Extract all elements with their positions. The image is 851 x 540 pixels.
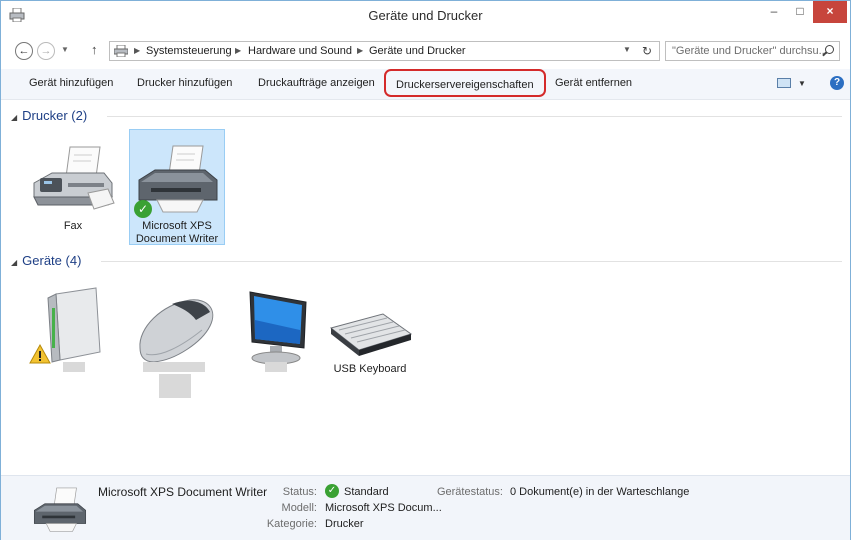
view-dropdown-icon[interactable]: ▼	[798, 79, 806, 88]
default-printer-check-icon: ✓	[134, 200, 152, 218]
search-input[interactable]: "Geräte und Drucker" durchsu...	[665, 41, 840, 61]
collapse-icon[interactable]: ◢	[11, 113, 17, 122]
print-server-properties-button[interactable]: Druckerservereigenschaften	[384, 69, 546, 97]
group-divider	[101, 261, 842, 262]
collapse-icon[interactable]: ◢	[11, 258, 17, 267]
devices-group-label: Geräte (4)	[22, 253, 82, 268]
search-icon[interactable]	[825, 45, 834, 54]
command-bar: Gerät hinzufügen Drucker hinzufügen Druc…	[1, 69, 850, 100]
device-fax[interactable]: Fax	[25, 129, 121, 245]
details-category-value: Drucker	[325, 518, 364, 530]
window-title: Geräte und Drucker	[368, 8, 483, 23]
change-view-icon[interactable]	[777, 78, 791, 88]
print-jobs-button[interactable]: Druckaufträge anzeigen	[258, 77, 375, 89]
device-label-line1: Microsoft XPS	[142, 220, 212, 232]
device-label-line2: Document Writer	[135, 233, 219, 245]
search-placeholder: "Geräte und Drucker" durchsu...	[672, 45, 828, 57]
breadcrumb-separator-icon[interactable]: ▶	[357, 46, 363, 55]
details-status-key: Status:	[282, 486, 317, 498]
group-divider	[107, 116, 842, 117]
address-row: ← → ▼ ↑ ▶ Systemsteuerung ▶ Hardware und…	[1, 37, 850, 67]
monitor-icon	[249, 291, 307, 365]
back-button[interactable]: ←	[15, 42, 33, 60]
add-printer-button[interactable]: Drucker hinzufügen	[137, 77, 232, 89]
status-ok-icon: ✓	[325, 484, 339, 498]
forward-button[interactable]: →	[37, 42, 55, 60]
up-button[interactable]: ↑	[91, 42, 98, 57]
add-device-button[interactable]: Gerät hinzufügen	[29, 77, 113, 89]
device-label: Fax	[63, 220, 83, 232]
maximize-button[interactable]: □	[787, 1, 813, 23]
breadcrumb-hardware-und-sound[interactable]: Hardware und Sound	[248, 45, 352, 57]
redacted-label	[159, 374, 191, 398]
breadcrumb-separator-icon[interactable]: ▶	[235, 46, 241, 55]
title-bar: Geräte und Drucker – □ ×	[1, 1, 850, 29]
remove-device-button[interactable]: Gerät entfernen	[555, 77, 632, 89]
details-model-value: Microsoft XPS Docum...	[325, 502, 442, 514]
device-external-drive[interactable]	[25, 284, 121, 394]
close-button[interactable]: ×	[813, 1, 847, 23]
warning-icon	[29, 344, 51, 364]
device-label: USB Keyboard	[333, 363, 407, 375]
device-xps-writer[interactable]: ✓ Microsoft XPS Document Writer	[129, 129, 225, 245]
devices-and-printers-window: Geräte und Drucker – □ × ← → ▼ ↑ ▶ Syste…	[0, 0, 851, 540]
address-bar[interactable]: ▶ Systemsteuerung ▶ Hardware und Sound ▶…	[109, 41, 660, 61]
printers-group-label: Drucker (2)	[22, 108, 88, 123]
device-usb-keyboard[interactable]: USB Keyboard	[322, 284, 418, 394]
fax-icon	[33, 146, 115, 210]
recent-pages-icon[interactable]: ▼	[61, 45, 69, 54]
redacted-label	[265, 362, 287, 372]
redacted-label	[143, 362, 205, 372]
breadcrumb-geraete-und-drucker[interactable]: Geräte und Drucker	[369, 45, 466, 57]
details-category-key: Kategorie:	[266, 518, 317, 530]
printer-location-icon	[114, 45, 128, 57]
redacted-label	[63, 362, 85, 372]
mouse-icon	[139, 299, 214, 363]
minimize-button[interactable]: –	[761, 1, 787, 23]
details-device-status-value: 0 Dokument(e) in der Warteschlange	[510, 486, 690, 498]
devices-group-header[interactable]: ◢ Geräte (4)	[11, 253, 81, 268]
keyboard-icon	[329, 313, 413, 356]
details-status-value: Standard	[344, 486, 389, 498]
details-device-status-key: Gerätestatus:	[436, 486, 503, 498]
device-mouse[interactable]	[129, 284, 225, 404]
help-icon[interactable]: ?	[830, 76, 844, 90]
details-device-name: Microsoft XPS Document Writer	[98, 485, 268, 499]
printers-group-header[interactable]: ◢ Drucker (2)	[11, 108, 87, 123]
details-pane: Microsoft XPS Document Writer Status: ✓ …	[1, 475, 850, 540]
breadcrumb-separator-icon[interactable]: ▶	[134, 46, 140, 55]
breadcrumb-systemsteuerung[interactable]: Systemsteuerung	[146, 45, 232, 57]
details-model-key: Modell:	[281, 502, 317, 514]
address-dropdown-icon[interactable]: ▼	[623, 45, 631, 54]
refresh-icon[interactable]: ↻	[642, 44, 652, 58]
selected-printer-icon	[33, 487, 87, 532]
device-monitor[interactable]	[227, 284, 323, 394]
